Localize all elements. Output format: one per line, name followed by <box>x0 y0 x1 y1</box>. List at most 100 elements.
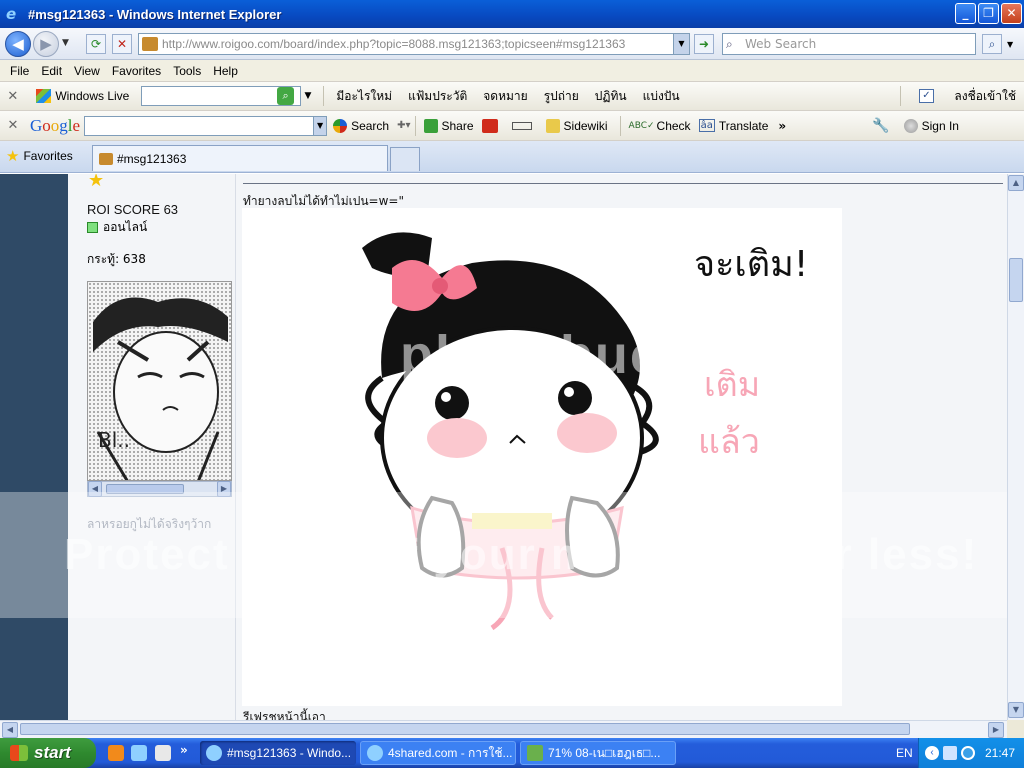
address-dropdown-icon[interactable]: ▼ <box>673 34 689 54</box>
checkbox-icon[interactable]: ✓ <box>918 89 935 103</box>
firefox-quicklaunch-icon[interactable] <box>108 745 124 761</box>
google-search-dropdown-icon[interactable]: ▼ <box>313 115 328 136</box>
scroll-left-button[interactable]: ◀ <box>2 722 18 738</box>
window-title: #msg121363 - Windows Internet Explorer <box>28 6 282 22</box>
translate-button[interactable]: Translate <box>715 119 777 133</box>
live-link-calendar[interactable]: ปฏิทิน <box>587 87 635 106</box>
vertical-scroll-thumb[interactable] <box>1009 258 1023 302</box>
google-signin-button[interactable]: Sign In <box>918 119 967 133</box>
vertical-scrollbar[interactable]: ▲ ▼ <box>1007 174 1024 720</box>
bookmark-bar-icon[interactable] <box>511 121 532 130</box>
horizontal-scroll-thumb[interactable] <box>20 723 910 735</box>
security-tray-icon[interactable] <box>961 746 975 760</box>
google-search-button[interactable]: Search <box>347 119 397 133</box>
tab-bar: ★ Favorites #msg121363 <box>0 141 1024 173</box>
search-go-button[interactable]: ⌕ <box>982 34 1002 54</box>
scroll-down-button[interactable]: ▼ <box>1008 702 1024 718</box>
taskbar-item-label: #msg121363 - Windo... <box>227 746 352 760</box>
title-bar[interactable]: e #msg121363 - Windows Internet Explorer… <box>0 0 1024 28</box>
network-tray-icon[interactable] <box>943 746 957 760</box>
post-image[interactable]: จะเติม! เติม แล้ว <box>242 208 842 706</box>
divider <box>243 183 1003 184</box>
history-dropdown-icon[interactable]: ▼ <box>62 38 69 48</box>
live-search-button[interactable]: ⌕ <box>276 87 295 105</box>
online-status: ออนไลน์ <box>87 218 147 237</box>
check-button[interactable]: Check <box>655 119 699 133</box>
live-link-mail[interactable]: จดหมาย <box>475 87 535 106</box>
ie-task-icon <box>206 745 222 761</box>
google-toolbar: ✕ Google ▼ Search ✚▾ Share Sidewiki ABC✓… <box>0 111 1024 141</box>
google-search-input[interactable] <box>84 115 315 136</box>
language-indicator[interactable]: EN <box>896 746 913 760</box>
more-chevron-icon[interactable]: » <box>778 119 786 133</box>
horizontal-scrollbar[interactable]: ◀ ▶ <box>0 720 1007 738</box>
sidewiki-button[interactable]: Sidewiki <box>560 119 616 133</box>
scroll-up-button[interactable]: ▲ <box>1008 175 1024 191</box>
popup-blocker-icon[interactable] <box>481 118 498 133</box>
tab-page-icon <box>99 152 113 165</box>
share-button[interactable]: Share <box>438 119 482 133</box>
taskbar-item-label: 4shared.com - การใช้... <box>388 745 513 760</box>
page-content: ★ ROI SCORE 63 ออนไลน์ กระทู้: 638 Bl.. … <box>0 174 1007 720</box>
post-count: กระทู้: 638 <box>87 252 146 266</box>
go-button[interactable]: ➜ <box>694 34 714 54</box>
address-toolbar: ◀ ▶ ▼ ⟳ ✕ http://www.roigoo.com/board/in… <box>0 28 1024 60</box>
menu-favorites[interactable]: Favorites <box>106 64 167 78</box>
windows-flag-icon <box>10 745 28 761</box>
taskbar-item-download[interactable]: 71% 08-เน□เฮฎเธ□... <box>520 741 676 765</box>
menu-tools[interactable]: Tools <box>167 64 207 78</box>
menu-view[interactable]: View <box>68 64 106 78</box>
quicklaunch-more-icon[interactable]: » <box>180 743 188 757</box>
start-label: start <box>34 743 71 762</box>
scroll-right-button[interactable]: ▶ <box>988 722 1004 738</box>
tray-expand-icon[interactable]: ‹ <box>925 746 939 760</box>
address-input[interactable]: http://www.roigoo.com/board/index.php?to… <box>138 33 690 55</box>
address-url: http://www.roigoo.com/board/index.php?to… <box>162 37 626 51</box>
plus-icon[interactable]: ✚▾ <box>397 120 410 131</box>
stop-button[interactable]: ✕ <box>112 34 132 54</box>
close-toolbar-icon[interactable]: ✕ <box>0 89 26 104</box>
translate-icon: âa <box>698 119 715 132</box>
menu-file[interactable]: File <box>4 64 35 78</box>
menu-help[interactable]: Help <box>207 64 244 78</box>
new-tab-button[interactable] <box>390 147 420 171</box>
online-indicator-icon <box>87 222 98 233</box>
maximize-button[interactable]: ❐ <box>978 3 999 24</box>
search-options-icon[interactable]: ▼ <box>1007 40 1013 49</box>
minimize-button[interactable]: _ <box>955 3 976 24</box>
taskbar-item-ie[interactable]: #msg121363 - Windo... <box>200 741 356 765</box>
start-button[interactable]: start <box>0 738 96 768</box>
live-link-photos[interactable]: รูปถ่าย <box>536 87 587 106</box>
taskbar: start » #msg121363 - Windo... 4shared.co… <box>0 738 1024 768</box>
post-footer-text: รีเฟรชหน้านี้เอา <box>243 710 326 720</box>
share-icon <box>423 118 438 133</box>
clock[interactable]: 21:47 <box>985 746 1015 760</box>
windows-live-logo-icon <box>35 89 52 103</box>
ie-logo-icon: e <box>6 5 17 23</box>
drawing-text-pink-1: เติม <box>704 365 760 405</box>
taskbar-item-4shared[interactable]: 4shared.com - การใช้... <box>360 741 516 765</box>
menu-edit[interactable]: Edit <box>35 64 68 78</box>
left-margin <box>0 174 68 720</box>
menu-bar: File Edit View Favorites Tools Help <box>0 60 1024 82</box>
web-search-input[interactable]: ⌕ Web Search <box>722 33 976 55</box>
wrench-icon[interactable]: 🔧 <box>872 118 889 134</box>
close-google-toolbar-icon[interactable]: ✕ <box>0 118 26 133</box>
refresh-button[interactable]: ⟳ <box>86 34 106 54</box>
back-button[interactable]: ◀ <box>5 31 31 57</box>
messenger-quicklaunch-icon[interactable] <box>155 745 171 761</box>
ie-task-icon <box>367 745 383 761</box>
live-link-profile[interactable]: แฟ้มประวัติ <box>400 87 475 106</box>
favorites-button[interactable]: ★ Favorites <box>6 147 73 165</box>
tab-active[interactable]: #msg121363 <box>92 145 388 171</box>
sidewiki-icon <box>545 118 560 133</box>
live-options-icon[interactable]: ▼ <box>304 91 311 101</box>
live-signin[interactable]: ลงชื่อเข้าใช้ <box>934 87 1024 106</box>
live-link-share[interactable]: แบ่งปัน <box>635 87 688 106</box>
live-link-whatsnew[interactable]: มีอะไรใหม่ <box>328 87 400 106</box>
ie-quicklaunch-icon[interactable] <box>131 745 147 761</box>
search-placeholder: Web Search <box>745 37 817 51</box>
user-avatar-icon <box>903 118 918 133</box>
close-button[interactable]: ✕ <box>1001 3 1022 24</box>
forward-button[interactable]: ▶ <box>33 31 59 57</box>
